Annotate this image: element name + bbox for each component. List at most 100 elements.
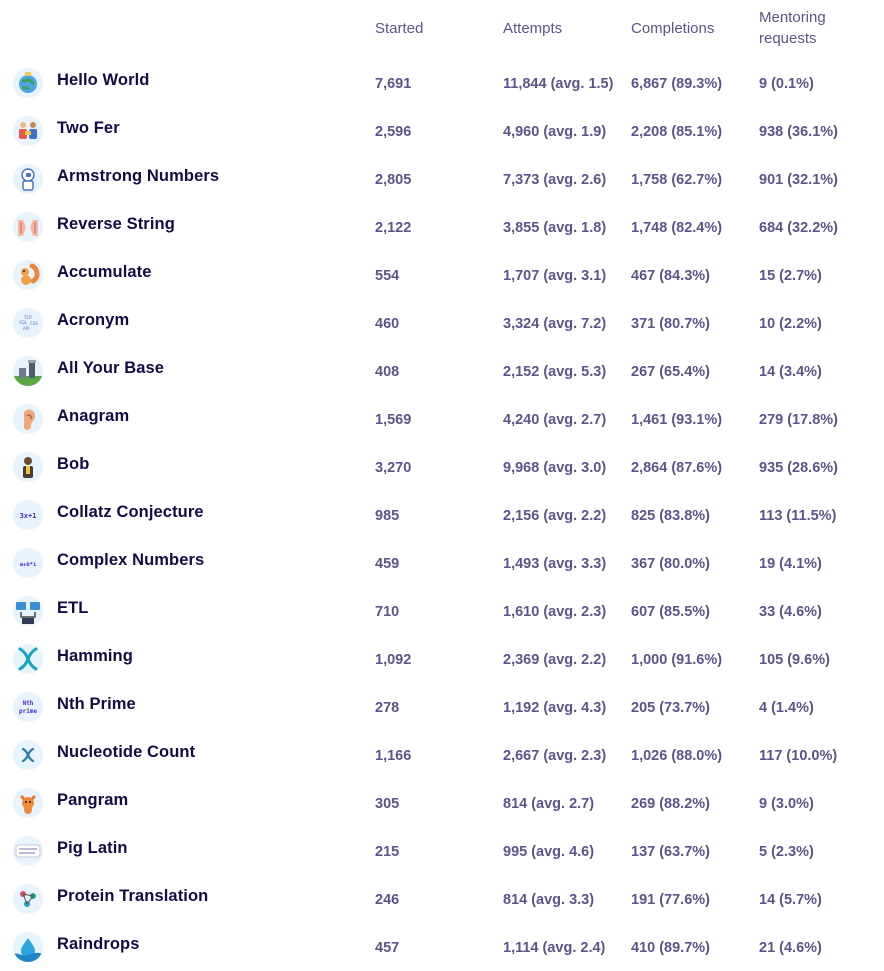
table-body: Hello World 7,691 11,844 (avg. 1.5) 6,867 (… xyxy=(0,59,884,971)
completions-count: 467 (84.3%) xyxy=(631,268,710,284)
fox-icon xyxy=(13,788,43,818)
mentoring-requests-count: 9 (3.0%) xyxy=(759,796,814,812)
attempts-count: 995 (avg. 4.6) xyxy=(503,844,595,860)
exercise-name-link[interactable]: Reverse String xyxy=(57,215,175,234)
nucleotide-icon xyxy=(13,740,43,770)
completions-count: 205 (73.7%) xyxy=(631,700,710,716)
completions-count: 825 (83.8%) xyxy=(631,508,710,524)
exercise-name-link[interactable]: Bob xyxy=(57,455,89,474)
mentoring-requests-count: 4 (1.4%) xyxy=(759,700,814,716)
dna-icon xyxy=(13,644,43,674)
mentoring-requests-count: 901 (32.1%) xyxy=(759,172,838,188)
exercise-name-link[interactable]: Two Fer xyxy=(57,119,120,138)
exercise-name-link[interactable]: Hello World xyxy=(57,71,149,90)
svg-text:CSS: CSS xyxy=(30,321,38,326)
svg-text:prime: prime xyxy=(19,708,37,715)
protein-icon xyxy=(13,884,43,914)
exercise-name-link[interactable]: Nth Prime xyxy=(57,695,136,714)
exercise-name-link[interactable]: Protein Translation xyxy=(57,887,208,906)
started-count: 246 xyxy=(375,892,400,908)
mentoring-requests-count: 684 (32.2%) xyxy=(759,220,838,236)
mentoring-requests-count: 105 (9.6%) xyxy=(759,652,830,668)
started-count: 215 xyxy=(375,844,400,860)
table-row[interactable]: Accumulate 554 1,707 (avg. 3.1) 467 (84.3%)… xyxy=(0,251,884,299)
table-row[interactable]: Anagram 1,569 4,240 (avg. 2.7) 1,461 (93.1%… xyxy=(0,395,884,443)
exercise-name-link[interactable]: Pig Latin xyxy=(57,839,128,858)
completions-count: 367 (80.0%) xyxy=(631,556,710,572)
attempts-count: 3,324 (avg. 7.2) xyxy=(503,316,607,332)
started-count: 278 xyxy=(375,700,400,716)
exercise-name-link[interactable]: Nucleotide Count xyxy=(57,743,195,762)
started-count: 7,691 xyxy=(375,76,412,92)
table-row[interactable]: 3x+1 Collatz Conjecture 985 2,156 (avg. 2.2… xyxy=(0,491,884,539)
table-row[interactable]: Two Fer 2,596 4,960 (avg. 1.9) 2,208 (85.1%… xyxy=(0,107,884,155)
table-row[interactable]: Reverse String 2,122 3,855 (avg. 1.8) 1,748… xyxy=(0,203,884,251)
attempts-count: 3,855 (avg. 1.8) xyxy=(503,220,607,236)
attempts-count: 7,373 (avg. 2.6) xyxy=(503,172,607,188)
svg-text:SQL: SQL xyxy=(19,320,28,325)
started-count: 457 xyxy=(375,940,400,956)
mentoring-requests-count: 14 (3.4%) xyxy=(759,364,822,380)
mentoring-requests-count: 938 (36.1%) xyxy=(759,124,838,140)
table-row[interactable]: TCP SQL CSS API Acronym 460 3,324 (avg. 7.2) 37… xyxy=(0,299,884,347)
astronaut-icon xyxy=(13,164,43,194)
mentoring-requests-count: 15 (2.7%) xyxy=(759,268,822,284)
complex-numbers-icon: a+b*i xyxy=(13,548,43,578)
completions-count: 267 (65.4%) xyxy=(631,364,710,380)
attempts-count: 1,707 (avg. 3.1) xyxy=(503,268,607,284)
started-count: 2,596 xyxy=(375,124,412,140)
attempts-count: 9,968 (avg. 3.0) xyxy=(503,460,607,476)
nth-prime-icon: Nth prime xyxy=(13,692,43,722)
completions-count: 269 (88.2%) xyxy=(631,796,710,812)
table-row[interactable]: All Your Base 408 2,152 (avg. 5.3) 267 (65.… xyxy=(0,347,884,395)
attempts-count: 1,493 (avg. 3.3) xyxy=(503,556,607,572)
started-count: 460 xyxy=(375,316,400,332)
completions-count: 2,208 (85.1%) xyxy=(631,124,723,140)
header-completions: Completions xyxy=(631,20,715,37)
exercise-name-link[interactable]: Complex Numbers xyxy=(57,551,204,570)
exercise-name-link[interactable]: Hamming xyxy=(57,647,133,666)
attempts-count: 814 (avg. 2.7) xyxy=(503,796,595,812)
table-row[interactable]: Pig Latin 215 995 (avg. 4.6) 137 (63.7%) 5 (… xyxy=(0,827,884,875)
table-row[interactable]: Nth prime Nth Prime 278 1,192 (avg. 4.3) 205 … xyxy=(0,683,884,731)
table-row[interactable]: a+b*i Complex Numbers 459 1,493 (avg. 3.3) 3… xyxy=(0,539,884,587)
bob-icon xyxy=(13,452,43,482)
mentoring-requests-count: 10 (2.2%) xyxy=(759,316,822,332)
table-row[interactable]: Hello World 7,691 11,844 (avg. 1.5) 6,867 (… xyxy=(0,59,884,107)
exercise-name-link[interactable]: Armstrong Numbers xyxy=(57,167,219,186)
started-count: 2,805 xyxy=(375,172,412,188)
globe-icon xyxy=(13,68,43,98)
exercise-name-link[interactable]: Raindrops xyxy=(57,935,140,954)
squirrel-icon xyxy=(13,260,43,290)
exercise-name-link[interactable]: Anagram xyxy=(57,407,129,426)
exercise-name-link[interactable]: ETL xyxy=(57,599,88,618)
svg-text:API: API xyxy=(23,326,29,331)
etl-icon xyxy=(13,596,43,626)
started-count: 710 xyxy=(375,604,400,620)
exercise-name-link[interactable]: All Your Base xyxy=(57,359,164,378)
started-count: 3,270 xyxy=(375,460,412,476)
table-row[interactable]: Hamming 1,092 2,369 (avg. 2.2) 1,000 (91.6%… xyxy=(0,635,884,683)
exercise-name-link[interactable]: Accumulate xyxy=(57,263,152,282)
acronym-icon: TCP SQL CSS API xyxy=(13,308,43,338)
table-row[interactable]: Bob 3,270 9,968 (avg. 3.0) 2,864 (87.6%) 935… xyxy=(0,443,884,491)
exercise-name-link[interactable]: Acronym xyxy=(57,311,129,330)
completions-count: 1,000 (91.6%) xyxy=(631,652,723,668)
table-row[interactable]: Armstrong Numbers 2,805 7,373 (avg. 2.6) 1,… xyxy=(0,155,884,203)
attempts-count: 814 (avg. 3.3) xyxy=(503,892,595,908)
attempts-count: 1,114 (avg. 2.4) xyxy=(503,940,606,956)
exercise-name-link[interactable]: Collatz Conjecture xyxy=(57,503,204,522)
table-row[interactable]: Protein Translation 246 814 (avg. 3.3) 191 … xyxy=(0,875,884,923)
exercise-name-link[interactable]: Pangram xyxy=(57,791,128,810)
completions-count: 1,461 (93.1%) xyxy=(631,412,723,428)
completions-count: 6,867 (89.3%) xyxy=(631,76,723,92)
table-row[interactable]: ETL 710 1,610 (avg. 2.3) 607 (85.5%) 33 (4.6… xyxy=(0,587,884,635)
started-count: 408 xyxy=(375,364,400,380)
attempts-count: 4,240 (avg. 2.7) xyxy=(503,412,607,428)
mentoring-requests-count: 33 (4.6%) xyxy=(759,604,822,620)
table-row[interactable]: Pangram 305 814 (avg. 2.7) 269 (88.2%) 9 (3.… xyxy=(0,779,884,827)
table-row[interactable]: Raindrops 457 1,114 (avg. 2.4) 410 (89.7%) 2… xyxy=(0,923,884,971)
table-row[interactable]: Nucleotide Count 1,166 2,667 (avg. 2.3) 1,0… xyxy=(0,731,884,779)
attempts-count: 2,152 (avg. 5.3) xyxy=(503,364,607,380)
header-attempts: Attempts xyxy=(503,20,563,37)
